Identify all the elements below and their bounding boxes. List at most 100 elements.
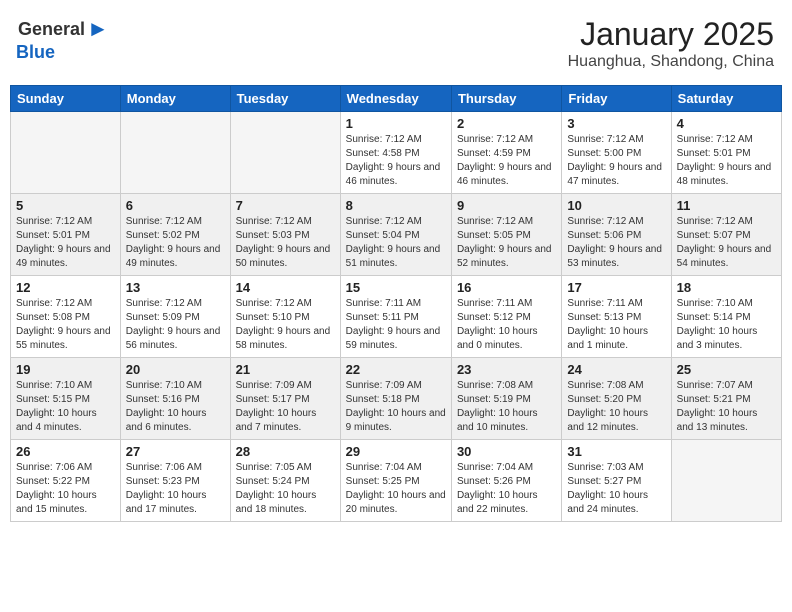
day-number: 11 [677, 198, 776, 213]
day-info: Sunrise: 7:11 AMSunset: 5:12 PMDaylight:… [457, 297, 556, 353]
day-info: Sunrise: 7:12 AMSunset: 5:07 PMDaylight:… [677, 215, 776, 271]
calendar-cell: 20 Sunrise: 7:10 AMSunset: 5:16 PMDayligh… [120, 358, 230, 440]
day-number: 21 [236, 362, 335, 377]
day-number: 31 [567, 444, 665, 459]
calendar-cell: 9 Sunrise: 7:12 AMSunset: 5:05 PMDaylight… [451, 194, 561, 276]
calendar-cell: 18 Sunrise: 7:10 AMSunset: 5:14 PMDayligh… [671, 276, 781, 358]
weekday-header-thursday: Thursday [451, 86, 561, 112]
day-number: 16 [457, 280, 556, 295]
day-info: Sunrise: 7:12 AMSunset: 5:01 PMDaylight:… [677, 133, 776, 189]
calendar-cell: 24Sunrise: 7:08 AMSunset: 5:20 PMDayligh… [562, 358, 671, 440]
day-number: 10 [567, 198, 665, 213]
day-info: Sunrise: 7:10 AMSunset: 5:14 PMDaylight:… [677, 297, 776, 353]
location-title: Huanghua, Shandong, China [568, 53, 774, 71]
logo: General ► Blue [18, 16, 109, 63]
calendar-cell: 6 Sunrise: 7:12 AMSunset: 5:02 PMDaylight… [120, 194, 230, 276]
calendar-cell: 7 Sunrise: 7:12 AMSunset: 5:03 PMDaylight… [230, 194, 340, 276]
page-header: General ► Blue January 2025 Huanghua, Sh… [10, 10, 782, 77]
calendar-cell: 3 Sunrise: 7:12 AMSunset: 5:00 PMDaylight… [562, 112, 671, 194]
day-number: 2 [457, 116, 556, 131]
day-number: 18 [677, 280, 776, 295]
calendar-week-row: 1 Sunrise: 7:12 AMSunset: 4:58 PMDaylight… [11, 112, 782, 194]
day-number: 28 [236, 444, 335, 459]
day-info: Sunrise: 7:11 AMSunset: 5:11 PMDaylight:… [346, 297, 446, 353]
day-number: 7 [236, 198, 335, 213]
day-number: 6 [126, 198, 225, 213]
weekday-header-sunday: Sunday [11, 86, 121, 112]
calendar-cell: 25 Sunrise: 7:07 AMSunset: 5:21 PMDayligh… [671, 358, 781, 440]
day-info: Sunrise: 7:10 AMSunset: 5:16 PMDaylight:… [126, 379, 225, 435]
day-info: Sunrise: 7:07 AMSunset: 5:21 PMDaylight:… [677, 379, 776, 435]
calendar-cell: 29Sunrise: 7:04 AMSunset: 5:25 PMDayligh… [340, 440, 451, 522]
day-info: Sunrise: 7:12 AMSunset: 5:04 PMDaylight:… [346, 215, 446, 271]
calendar-cell [230, 112, 340, 194]
day-info: Sunrise: 7:12 AMSunset: 4:58 PMDaylight:… [346, 133, 446, 189]
day-number: 26 [16, 444, 115, 459]
day-number: 15 [346, 280, 446, 295]
weekday-header-tuesday: Tuesday [230, 86, 340, 112]
weekday-header-row: SundayMondayTuesdayWednesdayThursdayFrid… [11, 86, 782, 112]
day-info: Sunrise: 7:09 AMSunset: 5:17 PMDaylight:… [236, 379, 335, 435]
weekday-header-friday: Friday [562, 86, 671, 112]
day-info: Sunrise: 7:12 AMSunset: 5:01 PMDaylight:… [16, 215, 115, 271]
calendar-cell [671, 440, 781, 522]
day-number: 5 [16, 198, 115, 213]
logo-arrow-icon: ► [87, 16, 109, 42]
weekday-header-wednesday: Wednesday [340, 86, 451, 112]
calendar-week-row: 12Sunrise: 7:12 AMSunset: 5:08 PMDayligh… [11, 276, 782, 358]
day-info: Sunrise: 7:12 AMSunset: 5:08 PMDaylight:… [16, 297, 115, 353]
day-number: 19 [16, 362, 115, 377]
day-info: Sunrise: 7:12 AMSunset: 5:02 PMDaylight:… [126, 215, 225, 271]
day-number: 29 [346, 444, 446, 459]
weekday-header-monday: Monday [120, 86, 230, 112]
day-info: Sunrise: 7:06 AMSunset: 5:22 PMDaylight:… [16, 461, 115, 517]
day-number: 27 [126, 444, 225, 459]
day-info: Sunrise: 7:12 AMSunset: 5:10 PMDaylight:… [236, 297, 335, 353]
calendar-week-row: 5 Sunrise: 7:12 AMSunset: 5:01 PMDaylight… [11, 194, 782, 276]
day-number: 4 [677, 116, 776, 131]
day-number: 17 [567, 280, 665, 295]
calendar-cell: 12Sunrise: 7:12 AMSunset: 5:08 PMDayligh… [11, 276, 121, 358]
day-number: 9 [457, 198, 556, 213]
month-title: January 2025 [568, 16, 774, 53]
day-info: Sunrise: 7:12 AMSunset: 4:59 PMDaylight:… [457, 133, 556, 189]
day-number: 3 [567, 116, 665, 131]
day-info: Sunrise: 7:06 AMSunset: 5:23 PMDaylight:… [126, 461, 225, 517]
day-number: 14 [236, 280, 335, 295]
calendar-cell: 28Sunrise: 7:05 AMSunset: 5:24 PMDayligh… [230, 440, 340, 522]
calendar-cell: 10 Sunrise: 7:12 AMSunset: 5:06 PMDayligh… [562, 194, 671, 276]
calendar-cell: 5 Sunrise: 7:12 AMSunset: 5:01 PMDaylight… [11, 194, 121, 276]
day-number: 25 [677, 362, 776, 377]
day-number: 23 [457, 362, 556, 377]
day-number: 1 [346, 116, 446, 131]
calendar-cell [11, 112, 121, 194]
calendar-cell: 1 Sunrise: 7:12 AMSunset: 4:58 PMDaylight… [340, 112, 451, 194]
day-number: 24 [567, 362, 665, 377]
day-info: Sunrise: 7:08 AMSunset: 5:19 PMDaylight:… [457, 379, 556, 435]
calendar-cell: 8Sunrise: 7:12 AMSunset: 5:04 PMDaylight… [340, 194, 451, 276]
day-info: Sunrise: 7:12 AMSunset: 5:00 PMDaylight:… [567, 133, 665, 189]
calendar-cell: 31Sunrise: 7:03 AMSunset: 5:27 PMDayligh… [562, 440, 671, 522]
day-number: 13 [126, 280, 225, 295]
logo-blue-text: Blue [16, 42, 55, 63]
calendar-cell: 11 Sunrise: 7:12 AMSunset: 5:07 PMDayligh… [671, 194, 781, 276]
day-info: Sunrise: 7:12 AMSunset: 5:06 PMDaylight:… [567, 215, 665, 271]
day-number: 20 [126, 362, 225, 377]
weekday-header-saturday: Saturday [671, 86, 781, 112]
day-number: 30 [457, 444, 556, 459]
day-number: 22 [346, 362, 446, 377]
calendar-cell: 15 Sunrise: 7:11 AMSunset: 5:11 PMDayligh… [340, 276, 451, 358]
day-info: Sunrise: 7:12 AMSunset: 5:09 PMDaylight:… [126, 297, 225, 353]
calendar-cell: 22 Sunrise: 7:09 AMSunset: 5:18 PMDayligh… [340, 358, 451, 440]
calendar-week-row: 19Sunrise: 7:10 AMSunset: 5:15 PMDayligh… [11, 358, 782, 440]
day-info: Sunrise: 7:12 AMSunset: 5:03 PMDaylight:… [236, 215, 335, 271]
day-info: Sunrise: 7:09 AMSunset: 5:18 PMDaylight:… [346, 379, 446, 435]
logo-general-text: General [18, 19, 85, 40]
day-info: Sunrise: 7:04 AMSunset: 5:26 PMDaylight:… [457, 461, 556, 517]
calendar-cell: 14 Sunrise: 7:12 AMSunset: 5:10 PMDayligh… [230, 276, 340, 358]
calendar-table: SundayMondayTuesdayWednesdayThursdayFrid… [10, 85, 782, 522]
calendar-cell: 26 Sunrise: 7:06 AMSunset: 5:22 PMDayligh… [11, 440, 121, 522]
calendar-cell [120, 112, 230, 194]
calendar-cell: 21 Sunrise: 7:09 AMSunset: 5:17 PMDayligh… [230, 358, 340, 440]
day-info: Sunrise: 7:12 AMSunset: 5:05 PMDaylight:… [457, 215, 556, 271]
